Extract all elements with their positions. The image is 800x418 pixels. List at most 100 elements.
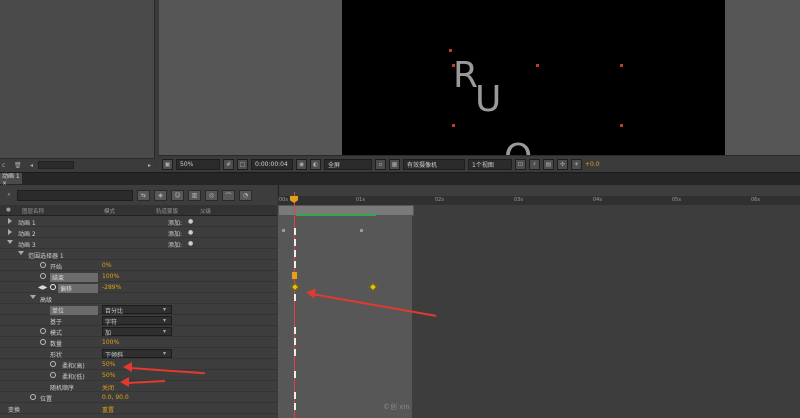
channel-icon[interactable]: ◐ [310, 158, 321, 170]
grid-icon[interactable]: # [223, 158, 234, 170]
property-row[interactable]: 基于 字符 ▾ [0, 315, 277, 326]
keyframe-marker[interactable] [294, 294, 296, 301]
property-row[interactable]: ◀▶ 偏移 -289% [0, 282, 277, 293]
property-row[interactable]: 数量 100% [0, 337, 277, 348]
current-time-indicator[interactable] [294, 192, 295, 418]
keyframe-marker[interactable] [294, 250, 296, 257]
project-scrollbar[interactable] [38, 161, 74, 169]
property-value[interactable]: -289% [102, 284, 121, 291]
keyframe-marker[interactable] [294, 327, 296, 334]
stopwatch-icon[interactable] [40, 339, 46, 345]
keyframe-marker[interactable] [294, 338, 296, 345]
column-parent[interactable]: 父级 [200, 207, 211, 215]
timeline-search-input[interactable] [17, 189, 133, 201]
bounding-handle[interactable] [620, 64, 623, 67]
keyframe-marker[interactable] [294, 371, 296, 378]
timeline-tab[interactable]: 动画 1 × [0, 173, 22, 187]
stopwatch-icon[interactable] [40, 262, 46, 268]
stopwatch-icon[interactable] [50, 284, 56, 290]
motion-blur-icon[interactable]: ◎ [205, 189, 218, 201]
fast-preview-icon[interactable]: ⚡ [529, 158, 540, 170]
based-on-select[interactable]: 字符 [102, 316, 172, 326]
bounding-handle[interactable] [536, 64, 539, 67]
shy-icon[interactable]: ☺ [171, 189, 184, 201]
comp-mini-flowchart-icon[interactable]: ⇆ [137, 189, 150, 201]
always-preview-icon[interactable]: ▣ [162, 158, 173, 170]
layer-row[interactable]: 动画 2 添加: ● [0, 227, 277, 238]
property-row[interactable]: 开始 0% [0, 260, 277, 271]
add-button[interactable]: 添加: [168, 240, 182, 249]
keyframe-marker[interactable] [294, 403, 296, 410]
property-value[interactable]: 50% [102, 361, 115, 368]
keyframe-marker[interactable] [294, 239, 296, 246]
units-select[interactable]: 百分比 [102, 305, 172, 315]
anchor-point-icon[interactable] [449, 49, 452, 52]
property-row[interactable]: 变换 重置 [0, 403, 277, 414]
stopwatch-icon[interactable] [30, 394, 36, 400]
property-row[interactable]: 柔和(低) 50% [0, 370, 277, 381]
reset-link[interactable]: 重置 [102, 405, 114, 414]
property-value[interactable]: 0.0, 90.0 [102, 394, 129, 401]
exposure-value[interactable]: +0.0 [585, 161, 600, 168]
camera-select[interactable]: 有效摄像机 [403, 158, 465, 170]
composition-canvas[interactable]: R U O [342, 0, 725, 155]
keyframe-assist-icon[interactable]: ◔ [239, 189, 252, 201]
add-icon[interactable]: ● [188, 218, 193, 225]
timecode-field[interactable]: 0:00:00:04 [251, 158, 293, 170]
stopwatch-icon[interactable] [40, 328, 46, 334]
transparency-icon[interactable]: ▦ [389, 158, 400, 170]
bounding-handle[interactable] [452, 124, 455, 127]
column-layer-name[interactable]: 图层名称 [22, 207, 44, 215]
layer-row[interactable]: 动画 1 添加: ● [0, 216, 277, 227]
layer-row[interactable]: 动画 3 添加: ● [0, 238, 277, 249]
timeline-icon[interactable]: ▤ [543, 158, 554, 170]
add-button[interactable]: 添加: [168, 218, 182, 227]
layer-duration-bar[interactable] [278, 216, 412, 418]
group-row[interactable]: 高级 [0, 293, 277, 304]
region-icon[interactable]: ▫ [375, 158, 386, 170]
property-row[interactable]: 结束 100% [0, 271, 277, 282]
property-row[interactable]: 形状 下倾斜 ▾ [0, 348, 277, 359]
property-value[interactable]: 关闭 [102, 383, 114, 392]
keyframe-marker[interactable] [294, 392, 296, 399]
graph-editor-icon[interactable]: ⌒ [222, 189, 235, 201]
mode-select[interactable]: 加 [102, 327, 172, 337]
flowchart-icon[interactable]: ✣ [557, 158, 568, 170]
column-mode[interactable]: 模式 [104, 207, 115, 215]
property-value[interactable]: 50% [102, 372, 115, 379]
bounding-handle[interactable] [620, 124, 623, 127]
scroll-left-icon[interactable]: ◂ [30, 162, 33, 169]
property-row[interactable]: 单位 百分比 ▾ [0, 304, 277, 315]
exposure-reset-icon[interactable]: ☀ [571, 158, 582, 170]
keyframe-marker[interactable] [294, 228, 296, 235]
frame-blend-icon[interactable]: ▥ [188, 189, 201, 201]
column-trkmat[interactable]: 轨道蒙版 [156, 207, 178, 215]
property-value[interactable]: 100% [102, 339, 119, 346]
scroll-right-icon[interactable]: ▸ [148, 162, 151, 169]
panel-divider[interactable] [155, 0, 159, 172]
trash-icon[interactable]: 🗑 [14, 162, 22, 169]
draft-3d-icon[interactable]: ◈ [154, 189, 167, 201]
add-icon[interactable]: ● [188, 229, 193, 236]
property-value[interactable]: 100% [102, 273, 119, 280]
keyframe-dot[interactable] [282, 229, 285, 232]
keyframe-marker[interactable] [294, 261, 296, 268]
property-value[interactable]: 0% [102, 262, 112, 269]
add-icon[interactable]: ● [188, 240, 193, 247]
keyframe-marker[interactable] [292, 272, 297, 279]
resolution-select[interactable]: 全屏 [324, 158, 372, 170]
property-row[interactable]: 模式 加 ▾ [0, 326, 277, 337]
stopwatch-icon[interactable] [40, 273, 46, 279]
mask-icon[interactable]: □ [237, 158, 248, 170]
shape-select[interactable]: 下倾斜 [102, 349, 172, 359]
stopwatch-icon[interactable] [50, 372, 56, 378]
property-row[interactable]: 位置 0.0, 90.0 [0, 392, 277, 403]
view-layout-select[interactable]: 1个视图 [468, 158, 512, 170]
pixel-aspect-icon[interactable]: ⊡ [515, 158, 526, 170]
keyframe-nav-icon[interactable]: ◀▶ [38, 284, 47, 291]
snapshot-icon[interactable]: ◉ [296, 158, 307, 170]
stopwatch-icon[interactable] [50, 361, 56, 367]
add-button[interactable]: 添加: [168, 229, 182, 238]
keyframe-dot[interactable] [360, 229, 363, 232]
keyframe-marker[interactable] [294, 349, 296, 356]
